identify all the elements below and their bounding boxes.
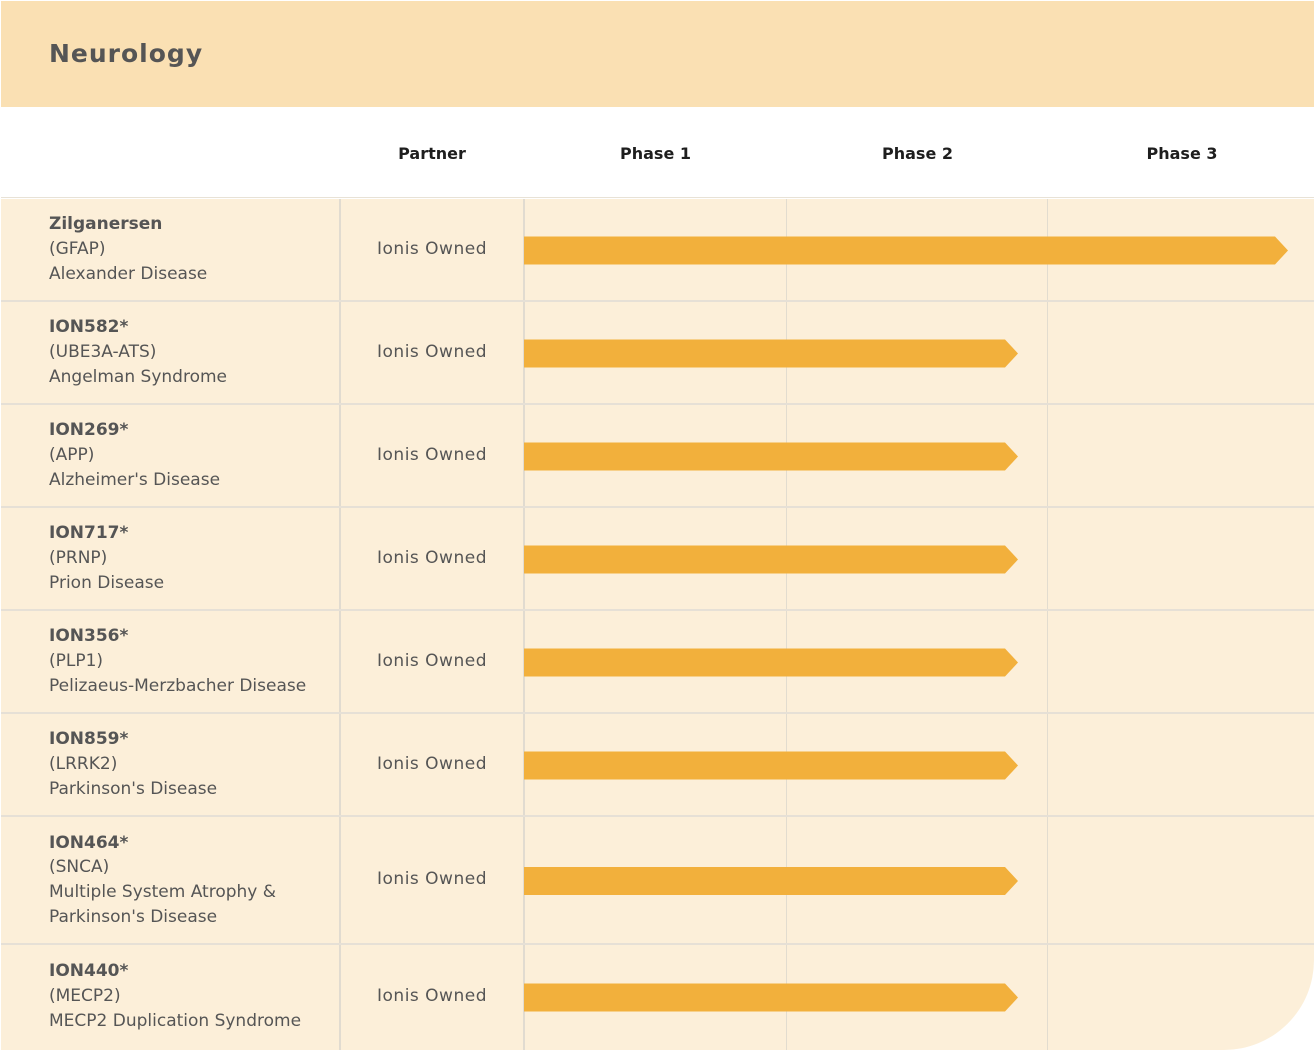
- table-row: ION356* (PLP1) Pelizaeus-Merzbacher Diseas…: [1, 611, 1314, 714]
- phase-progress-arrow: [524, 983, 1018, 1012]
- pipeline-table: Zilganersen (GFAP) Alexander Disease Ionis …: [1, 199, 1314, 1050]
- table-row: ION717* (PRNP) Prion Disease Ionis Owned: [1, 508, 1314, 611]
- phase-progress-arrow: [524, 236, 1288, 265]
- table-row: ION582* (UBE3A-ATS) Angelman Syndrome Ionis…: [1, 302, 1314, 405]
- phase-progress-bar: [524, 983, 1018, 1012]
- phase-progress-bar: [524, 545, 1018, 574]
- column-header-phase-2: Phase 2: [882, 144, 953, 163]
- column-header-row: Partner Phase 1 Phase 2 Phase 3: [1, 107, 1314, 198]
- phase-progress-bar: [524, 867, 1018, 895]
- page-title: Neurology: [49, 39, 204, 68]
- phase-progress-bar: [524, 751, 1018, 780]
- table-row: ION440* (MECP2) MECP2 Duplication Syndrome…: [1, 945, 1314, 1050]
- column-header-phase-1: Phase 1: [620, 144, 691, 163]
- phase-progress-arrow: [524, 442, 1018, 471]
- phase-progress-arrow: [524, 751, 1018, 780]
- phase-progress-arrow: [524, 648, 1018, 677]
- phase-progress-arrow: [524, 339, 1018, 368]
- table-row: Zilganersen (GFAP) Alexander Disease Ionis …: [1, 199, 1314, 302]
- title-bar: Neurology: [1, 1, 1314, 107]
- phase-progress-bar: [524, 442, 1018, 471]
- phase-progress-bar: [524, 339, 1018, 368]
- phase-progress-arrow: [524, 545, 1018, 574]
- table-row: ION464* (SNCA) Multiple System Atrophy & Pa…: [1, 817, 1314, 945]
- column-header-partner: Partner: [398, 144, 466, 163]
- phase-progress-arrow: [524, 867, 1018, 895]
- phase-progress-bar: [524, 236, 1288, 265]
- column-header-phase-3: Phase 3: [1146, 144, 1218, 163]
- phase-progress-bar: [524, 648, 1018, 677]
- table-row: ION269* (APP) Alzheimer's Disease Ionis Own…: [1, 405, 1314, 508]
- table-row: ION859* (LRRK2) Parkinson's Disease Ionis O…: [1, 714, 1314, 817]
